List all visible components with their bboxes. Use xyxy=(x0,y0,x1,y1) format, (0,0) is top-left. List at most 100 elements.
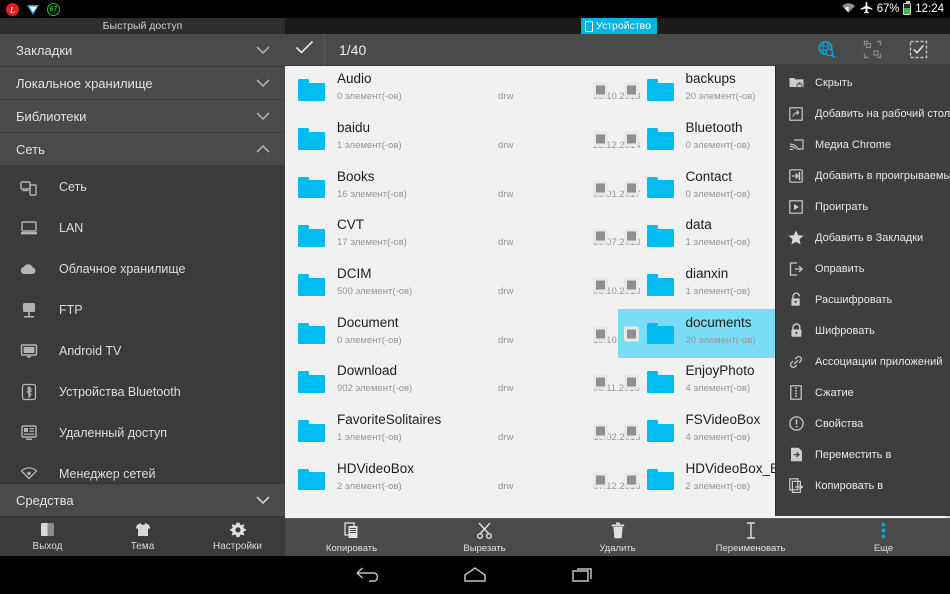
row-checkbox[interactable] xyxy=(592,82,608,98)
tab-device[interactable]: Устройство xyxy=(581,18,657,34)
row-checkbox[interactable] xyxy=(623,180,639,196)
menu-item-label: Добавить на рабочий стол xyxy=(815,107,950,120)
row-checkbox[interactable] xyxy=(623,472,639,488)
table-row[interactable]: CVT 17 элемент(-ов) drw 30.07.2018 xyxy=(285,212,641,261)
table-row[interactable]: Books 16 элемент(-ов) drw 08.01.2017 xyxy=(285,163,641,212)
row-checkbox[interactable] xyxy=(623,277,639,293)
android-navigation-bar xyxy=(0,556,950,594)
row-checkbox[interactable] xyxy=(623,82,639,98)
main-toolbar: 1/40 xyxy=(285,33,950,66)
sidebar-exit-button[interactable]: Выход xyxy=(0,521,95,552)
menu-item-move-to[interactable]: Переместить в xyxy=(776,439,950,470)
folder-icon xyxy=(646,322,674,345)
more-vertical-icon xyxy=(875,522,893,540)
menu-item-add-to-bookmarks[interactable]: Добавить в Закладки xyxy=(776,222,950,253)
sidebar-item-label: Облачное хранилище xyxy=(59,261,186,276)
file-name: Books xyxy=(337,168,375,184)
table-row[interactable]: FavoriteSolitaires 1 элемент(-ов) drw 10… xyxy=(285,407,641,456)
select-all-icon[interactable] xyxy=(908,40,928,60)
row-checkbox[interactable] xyxy=(623,423,639,439)
recents-icon[interactable] xyxy=(568,563,598,587)
file-count: 1 элемент(-ов) xyxy=(337,140,402,152)
table-row[interactable]: HDVideoBox 2 элемент(-ов) drw 07.12.2016 xyxy=(285,456,641,505)
sidebar-item-android-tv[interactable]: Android TV xyxy=(0,330,285,371)
sidebar-item-remote-access[interactable]: Удаленный доступ xyxy=(0,412,285,453)
menu-item-play[interactable]: Проиграть xyxy=(776,191,950,222)
multi-select-icon[interactable] xyxy=(862,40,882,60)
table-row[interactable]: Document 0 элемент(-ов) drw 19.10.2018 xyxy=(285,309,641,358)
sidebar-item-lan[interactable]: LAN xyxy=(0,207,285,248)
table-row[interactable]: Download 902 элемент(-ов) drw 08.11.2018 xyxy=(285,358,640,407)
sidebar-item-network[interactable]: Сеть xyxy=(0,166,285,207)
row-checkbox[interactable] xyxy=(592,228,608,244)
sidebar-network-list: Сеть LAN Облачное хранилище FTP Android … xyxy=(0,166,285,494)
row-checkbox[interactable] xyxy=(623,326,639,342)
copy-button[interactable]: Копировать xyxy=(285,522,418,554)
cut-button[interactable]: Вырезать xyxy=(418,522,551,554)
menu-item-label: Ассоциации приложений xyxy=(815,355,943,368)
menu-item-properties[interactable]: Свойства xyxy=(776,408,950,439)
confirm-selection-button[interactable] xyxy=(285,33,325,66)
folder-icon xyxy=(298,79,325,101)
folder-icon xyxy=(298,322,325,345)
sidebar-item-cloud-storage[interactable]: Облачное хранилище xyxy=(0,248,285,289)
menu-item-encrypt[interactable]: Шифровать xyxy=(776,315,950,346)
file-name: dianxin xyxy=(685,266,729,282)
menu-item-app-associations[interactable]: Ассоциации приложений xyxy=(776,346,950,377)
delete-button[interactable]: Удалить xyxy=(551,522,684,554)
row-checkbox[interactable] xyxy=(592,326,608,342)
sidebar-category-network[interactable]: Сеть xyxy=(0,133,285,166)
row-meta: Books 16 элемент(-ов) drw 08.01.2017 xyxy=(325,168,641,208)
menu-item-hide[interactable]: Скрыть xyxy=(776,67,950,98)
action-label: Еще xyxy=(873,542,894,554)
menu-item-add-to-desktop[interactable]: Добавить на рабочий стол xyxy=(776,98,950,129)
ftp-server-icon xyxy=(18,299,39,320)
home-icon[interactable] xyxy=(460,563,490,587)
sidebar-category-local-storage[interactable]: Локальное хранилище xyxy=(0,67,285,100)
sidebar-item-label: LAN xyxy=(59,220,84,235)
sidebar-item-label: FTP xyxy=(59,302,83,317)
menu-item-copy-to[interactable]: Копировать в xyxy=(776,470,950,501)
menu-item-label: Добавить в Закладки xyxy=(815,231,924,244)
row-checkbox[interactable] xyxy=(592,131,608,147)
back-arrow-icon[interactable] xyxy=(352,563,382,587)
table-row[interactable]: DCIM 500 элемент(-ов) drw 08.10.2018 xyxy=(285,261,641,310)
sidebar-bottom: Средства Выход Тема Настройки xyxy=(0,483,285,556)
file-count: 2 элемент(-ов) xyxy=(685,480,751,492)
row-checkbox[interactable] xyxy=(592,277,608,293)
menu-item-label: Расшифровать xyxy=(815,293,893,306)
sidebar-category-libraries[interactable]: Библиотеки xyxy=(0,100,285,133)
rename-button[interactable]: Переименовать xyxy=(684,522,817,554)
sidebar-item-ftp[interactable]: FTP xyxy=(0,289,285,330)
menu-item-decrypt[interactable]: Расшифровать xyxy=(776,284,950,315)
sidebar-category-label: Локальное хранилище xyxy=(16,75,153,91)
sidebar-theme-button[interactable]: Тема xyxy=(95,521,190,552)
menu-item-compress[interactable]: Сжатие xyxy=(776,377,950,408)
sidebar-settings-button[interactable]: Настройки xyxy=(190,521,285,552)
row-checkbox[interactable] xyxy=(592,180,608,196)
link-icon xyxy=(788,354,804,370)
globe-search-icon[interactable] xyxy=(816,40,836,60)
menu-item-label: Сжатие xyxy=(815,386,854,399)
menu-item-chrome-media[interactable]: Медиа Chrome xyxy=(776,129,950,160)
sidebar-action-label: Настройки xyxy=(212,541,263,552)
menu-item-send[interactable]: Оправить xyxy=(776,253,950,284)
row-checkbox[interactable] xyxy=(592,423,608,439)
row-checkbox[interactable] xyxy=(623,228,639,244)
sidebar-category-bookmarks[interactable]: Закладки xyxy=(0,34,285,67)
row-checkbox[interactable] xyxy=(623,374,639,390)
row-checkbox[interactable] xyxy=(623,131,639,147)
trash-icon xyxy=(609,522,627,540)
more-button[interactable]: Еще xyxy=(817,522,950,554)
row-checkbox[interactable] xyxy=(592,374,608,390)
cast-icon xyxy=(788,137,804,153)
file-count: 20 элемент(-ов) xyxy=(685,91,756,103)
action-label: Удалить xyxy=(599,542,636,554)
network-icon xyxy=(18,176,39,197)
sidebar-category-tools[interactable]: Средства xyxy=(0,483,285,516)
sidebar-item-bluetooth-devices[interactable]: Устройства Bluetooth xyxy=(0,371,285,412)
row-checkbox[interactable] xyxy=(592,472,608,488)
table-row[interactable]: Audio 0 элемент(-ов) drw 05.10.2018 xyxy=(285,66,641,115)
menu-item-add-to-playlist[interactable]: Добавить в проигрываемые xyxy=(776,160,950,191)
table-row[interactable]: baidu 1 элемент(-ов) drw 25.12.2014 xyxy=(285,115,641,164)
